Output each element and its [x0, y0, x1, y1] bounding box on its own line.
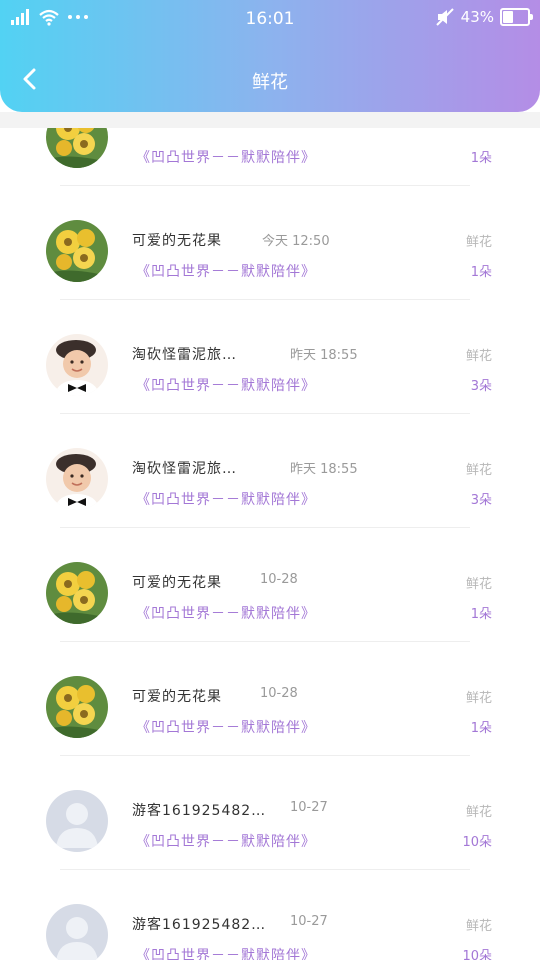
- gift-count: 1朵: [470, 721, 492, 736]
- gift-type: 鲜花: [465, 349, 492, 364]
- sender-name: 可爱的无花果: [132, 233, 222, 249]
- gift-count: 3朵: [470, 379, 492, 394]
- sender-name: 可爱的无花果: [132, 689, 222, 705]
- gift-count: 1朵: [470, 151, 492, 166]
- gift-count: 3朵: [470, 493, 492, 508]
- avatar[interactable]: [46, 448, 108, 510]
- avatar[interactable]: [46, 676, 108, 738]
- gift-item-name: 《凹凸世界－－默默陪伴》: [136, 720, 316, 736]
- flower-record-list[interactable]: 《凹凸世界－－默默陪伴》 1朵 可爱的无花果 今天 12:50 《凹凸世界－－默默陪伴》…: [0, 112, 540, 960]
- avatar[interactable]: [46, 220, 108, 282]
- gift-item-name: 《凹凸世界－－默默陪伴》: [136, 492, 316, 508]
- status-bar: 16:01 43%: [0, 0, 540, 36]
- sender-name: 淘砍怪雷泥旅…: [132, 347, 237, 363]
- flower-record-row[interactable]: 游客161925482… 10-27 《凹凸世界－－默默陪伴》 鲜花 10朵: [0, 756, 540, 870]
- gift-date: 昨天 18:55: [290, 462, 358, 477]
- gift-date: 10-27: [290, 914, 328, 929]
- gift-count: 1朵: [470, 265, 492, 280]
- sender-name: 淘砍怪雷泥旅…: [132, 461, 237, 477]
- status-right: 43%: [435, 7, 533, 27]
- sender-name: 可爱的无花果: [132, 575, 222, 591]
- page-title: 鲜花: [252, 72, 288, 93]
- gift-type: 鲜花: [465, 919, 492, 934]
- avatar[interactable]: [46, 334, 108, 396]
- sender-name: 游客161925482…: [132, 803, 267, 819]
- battery-level: [503, 11, 514, 23]
- gift-date: 10-28: [260, 572, 298, 587]
- flower-record-row[interactable]: 可爱的无花果 10-28 《凹凸世界－－默默陪伴》 鲜花 1朵: [0, 642, 540, 756]
- flower-record-row[interactable]: 淘砍怪雷泥旅… 昨天 18:55 《凹凸世界－－默默陪伴》 鲜花 3朵: [0, 414, 540, 528]
- gift-item-name: 《凹凸世界－－默默陪伴》: [136, 150, 316, 166]
- gift-date: 昨天 18:55: [290, 348, 358, 363]
- flower-record-row[interactable]: 游客161925482… 10-27 《凹凸世界－－默默陪伴》 鲜花 10朵: [0, 870, 540, 960]
- gift-item-name: 《凹凸世界－－默默陪伴》: [136, 834, 316, 850]
- gift-count: 10朵: [462, 835, 492, 850]
- gift-date: 今天 12:50: [262, 234, 330, 249]
- mute-icon: [435, 8, 454, 26]
- guest-avatar-image: [46, 790, 108, 852]
- gift-item-name: 《凹凸世界－－默默陪伴》: [136, 378, 316, 394]
- gift-type: 鲜花: [465, 691, 492, 706]
- battery-percent: 43%: [460, 8, 494, 26]
- header-bar: 16:01 43% 鲜花: [0, 0, 540, 112]
- guest-avatar-image: [46, 904, 108, 960]
- gift-item-name: 《凹凸世界－－默默陪伴》: [136, 948, 316, 960]
- gift-type: 鲜花: [465, 577, 492, 592]
- gift-count: 10朵: [462, 949, 492, 960]
- kid-avatar-image: [46, 448, 108, 510]
- flower-record-row[interactable]: 可爱的无花果 10-28 《凹凸世界－－默默陪伴》 鲜花 1朵: [0, 528, 540, 642]
- gift-type: 鲜花: [465, 463, 492, 478]
- gift-count: 1朵: [470, 607, 492, 622]
- gift-type: 鲜花: [465, 235, 492, 250]
- flower-record-row[interactable]: 可爱的无花果 今天 12:50 《凹凸世界－－默默陪伴》 鲜花 1朵: [0, 186, 540, 300]
- sender-name: 游客161925482…: [132, 917, 267, 933]
- flower-avatar-image: [46, 562, 108, 624]
- gift-item-name: 《凹凸世界－－默默陪伴》: [136, 606, 316, 622]
- gift-type: 鲜花: [465, 805, 492, 820]
- list-top-shadow: [0, 112, 540, 128]
- battery-icon: [500, 8, 533, 26]
- gift-date: 10-28: [260, 686, 298, 701]
- gift-item-name: 《凹凸世界－－默默陪伴》: [136, 264, 316, 280]
- flower-avatar-image: [46, 676, 108, 738]
- gift-date: 10-27: [290, 800, 328, 815]
- avatar[interactable]: [46, 904, 108, 960]
- flower-avatar-image: [46, 220, 108, 282]
- list-rows: 《凹凸世界－－默默陪伴》 1朵 可爱的无花果 今天 12:50 《凹凸世界－－默默陪伴》…: [0, 112, 540, 960]
- flower-record-row[interactable]: 淘砍怪雷泥旅… 昨天 18:55 《凹凸世界－－默默陪伴》 鲜花 3朵: [0, 300, 540, 414]
- avatar[interactable]: [46, 790, 108, 852]
- kid-avatar-image: [46, 334, 108, 396]
- avatar[interactable]: [46, 562, 108, 624]
